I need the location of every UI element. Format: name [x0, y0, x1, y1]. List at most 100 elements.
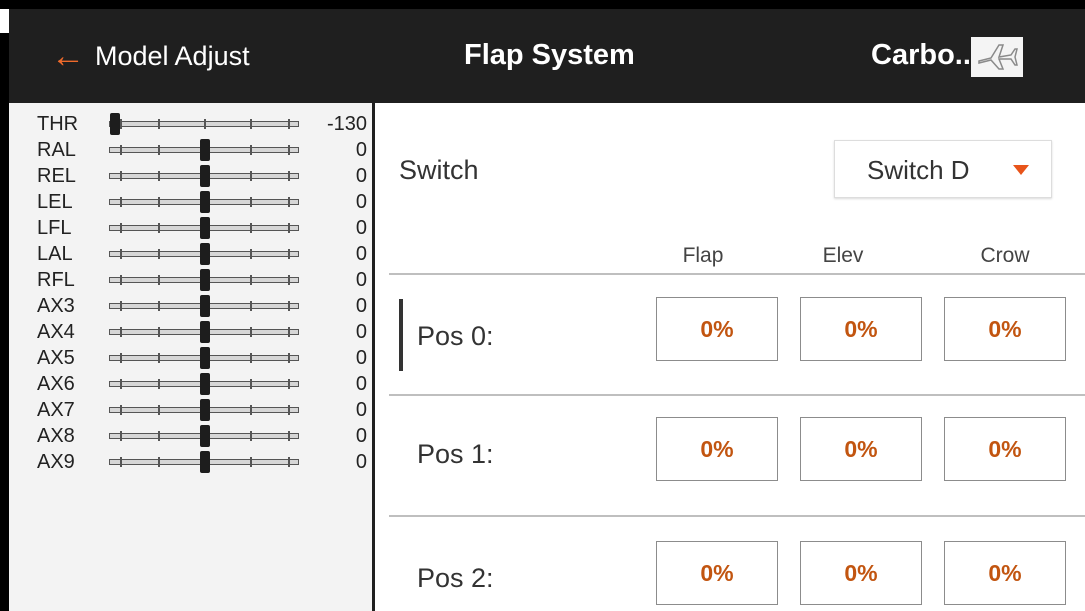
pos2-flap-value[interactable]: 0%: [656, 541, 778, 605]
pos1-elev-value[interactable]: 0%: [800, 417, 922, 481]
channel-row: LAL 0: [9, 241, 375, 267]
channel-value: 0: [355, 269, 367, 291]
channel-label: AX5: [37, 347, 75, 369]
channel-row: AX3 0: [9, 293, 375, 319]
channel-bar-tick: [158, 301, 160, 311]
channel-bar-tick: [288, 379, 290, 389]
channel-value: 0: [355, 139, 367, 161]
channel-value: 0: [355, 373, 367, 395]
channel-value: 0: [355, 165, 367, 187]
airplane-icon[interactable]: [971, 37, 1023, 77]
channel-position-marker: [200, 451, 210, 473]
header-bar: ← Model Adjust Flap System Carbo...: [9, 9, 1085, 103]
pos1-crow-value[interactable]: 0%: [944, 417, 1066, 481]
switch-select[interactable]: Switch D: [834, 140, 1052, 198]
channel-label: AX6: [37, 373, 75, 395]
channel-position-marker: [200, 191, 210, 213]
channel-position-marker: [200, 243, 210, 265]
channel-label: AX3: [37, 295, 75, 317]
pos0-elev-value[interactable]: 0%: [800, 297, 922, 361]
switch-label: Switch: [399, 155, 479, 185]
channel-bar-tick: [204, 119, 206, 129]
channel-value: 0: [355, 451, 367, 473]
pos2-crow-value[interactable]: 0%: [944, 541, 1066, 605]
back-arrow-icon: ←: [51, 37, 85, 75]
channel-row: AX4 0: [9, 319, 375, 345]
channel-bar-tick: [158, 431, 160, 441]
channel-bar-tick: [158, 119, 160, 129]
channel-label: RFL: [37, 269, 75, 291]
column-header-flap: Flap: [682, 244, 724, 267]
channel-bar: [109, 243, 299, 265]
channel-bar-tick: [250, 223, 252, 233]
channel-bar-tick: [158, 197, 160, 207]
channel-bar-tick: [158, 275, 160, 285]
channel-label: AX7: [37, 399, 75, 421]
channel-position-marker: [200, 139, 210, 161]
channel-bar: [109, 399, 299, 421]
position-label-2: Pos 2:: [417, 563, 494, 593]
channel-bar-tick: [250, 119, 252, 129]
page-title: Flap System: [464, 39, 635, 71]
channel-bar: [109, 217, 299, 239]
channel-label: AX4: [37, 321, 75, 343]
channel-label: LEL: [37, 191, 73, 213]
channel-bar-tick: [158, 405, 160, 415]
model-name[interactable]: Carbo...: [871, 39, 979, 72]
channel-bar: [109, 165, 299, 187]
position-label-0: Pos 0:: [417, 321, 494, 351]
channel-bar-tick: [250, 301, 252, 311]
channel-bar-tick: [250, 379, 252, 389]
channel-bar-tick: [288, 145, 290, 155]
channel-position-marker: [200, 425, 210, 447]
channel-bar-tick: [120, 275, 122, 285]
channel-bar-tick: [288, 431, 290, 441]
channel-bar-tick: [250, 197, 252, 207]
channel-row: AX9 0: [9, 449, 375, 475]
channel-bar: [109, 139, 299, 161]
channel-bar-tick: [250, 457, 252, 467]
divider: [389, 394, 1085, 396]
channel-label: REL: [37, 165, 76, 187]
channel-bar: [109, 295, 299, 317]
channel-row: LEL 0: [9, 189, 375, 215]
channel-bar-tick: [288, 327, 290, 337]
channel-row: AX7 0: [9, 397, 375, 423]
channel-value: -130: [326, 113, 367, 135]
channel-bar-tick: [158, 457, 160, 467]
pos0-flap-value[interactable]: 0%: [656, 297, 778, 361]
channel-bar-tick: [120, 457, 122, 467]
channel-position-marker: [200, 269, 210, 291]
channel-bar: [109, 269, 299, 291]
pos0-crow-value[interactable]: 0%: [944, 297, 1066, 361]
channel-position-marker: [200, 217, 210, 239]
back-button[interactable]: ← Model Adjust: [51, 39, 250, 73]
channel-bar-tick: [120, 145, 122, 155]
column-header-elev: Elev: [822, 244, 864, 267]
channel-row: RAL 0: [9, 137, 375, 163]
channel-row: RFL 0: [9, 267, 375, 293]
divider: [389, 515, 1085, 517]
screen-bezel-left: [0, 0, 9, 611]
channel-bar: [109, 321, 299, 343]
channel-bar-tick: [120, 431, 122, 441]
pos1-flap-value[interactable]: 0%: [656, 417, 778, 481]
channel-bar: [109, 425, 299, 447]
channel-bar-tick: [250, 431, 252, 441]
pos2-elev-value[interactable]: 0%: [800, 541, 922, 605]
switch-selected-value: Switch D: [867, 155, 970, 185]
channel-bar-tick: [120, 223, 122, 233]
channel-bar-tick: [120, 379, 122, 389]
channel-row: REL 0: [9, 163, 375, 189]
channel-bar-tick: [250, 405, 252, 415]
channel-label: AX9: [37, 451, 75, 473]
channel-bar-tick: [288, 353, 290, 363]
channel-value: 0: [355, 399, 367, 421]
channel-bar-tick: [288, 301, 290, 311]
channel-bar-tick: [250, 353, 252, 363]
channel-row: THR -130: [9, 111, 375, 137]
channel-value: 0: [355, 347, 367, 369]
channel-value: 0: [355, 191, 367, 213]
channel-bar-tick: [120, 171, 122, 181]
channel-bar-tick: [120, 249, 122, 259]
